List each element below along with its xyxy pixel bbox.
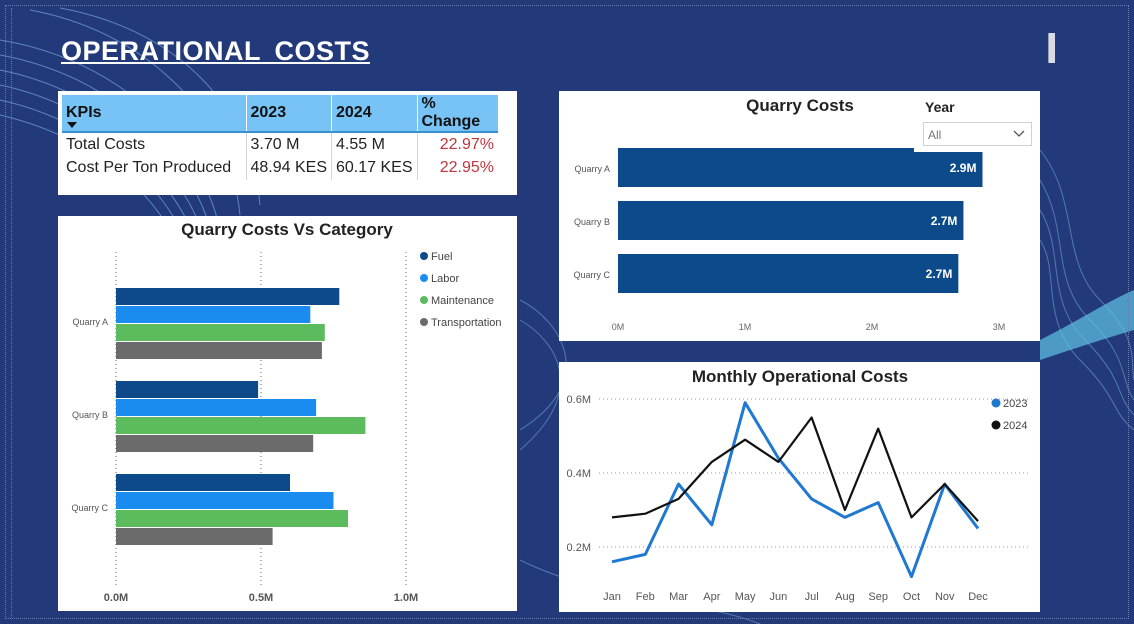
legend-label: Maintenance: [431, 295, 494, 307]
y-tick-label: Quarry C: [573, 270, 610, 280]
year-slicer: Year All: [914, 94, 1039, 152]
kpi-table-card: KPIs 2023 2024 % Change Total Costs 3.70…: [58, 91, 517, 195]
chart-title: Monthly Operational Costs: [692, 367, 908, 386]
x-tick-label: 0M: [612, 322, 625, 332]
kpi-header-2023[interactable]: 2023: [246, 95, 332, 133]
x-tick-label: 0.5M: [249, 592, 273, 604]
x-tick-label: Apr: [703, 591, 720, 603]
x-tick-label: Mar: [669, 591, 688, 603]
kpi-header-2024[interactable]: 2024: [331, 95, 418, 133]
legend-label: Transportation: [431, 317, 502, 329]
year-dropdown[interactable]: All: [923, 122, 1032, 146]
bar-maintenance-quarry-c: [116, 510, 348, 527]
legend-label: Labor: [431, 273, 459, 285]
bar-labor-quarry-b: [116, 399, 317, 416]
kpi-cell: Cost Per Ton Produced: [62, 156, 247, 180]
kpi-cell: 3.70 M: [246, 132, 332, 156]
x-tick-label: Feb: [636, 591, 655, 603]
year-dropdown-value: All: [928, 128, 942, 142]
y-tick-label: 0.4M: [567, 468, 591, 480]
x-tick-label: 1.0M: [394, 592, 418, 604]
bar-transportation-quarry-c: [116, 528, 273, 545]
x-tick-label: Dec: [968, 591, 988, 603]
kpi-table[interactable]: KPIs 2023 2024 % Change Total Costs 3.70…: [62, 95, 498, 180]
legend-marker: [420, 296, 428, 304]
bar-labor-quarry-c: [116, 492, 334, 509]
kpi-cell: 48.94 KES: [246, 156, 332, 180]
bar-fuel-quarry-a: [116, 288, 340, 305]
bar-quarry-b: [618, 201, 964, 240]
x-tick-label: 3M: [993, 322, 1006, 332]
y-tick-label: Quarry A: [574, 164, 610, 174]
x-tick-label: 2M: [866, 322, 879, 332]
legend-marker: [991, 398, 1001, 408]
kpi-header-label: KPIs: [66, 104, 102, 121]
chart-title: Quarry Costs Vs Category: [181, 220, 393, 239]
x-tick-label: Oct: [903, 591, 920, 603]
kpi-cell: 4.55 M: [331, 132, 418, 156]
y-tick-label: Quarry B: [574, 217, 610, 227]
bar-fuel-quarry-c: [116, 474, 290, 491]
bar-quarry-c: [618, 254, 959, 293]
legend-marker: [991, 420, 1001, 430]
x-tick-label: 1M: [739, 322, 752, 332]
bar-transportation-quarry-b: [116, 435, 314, 452]
monthly-operational-costs-card: Monthly Operational Costs 0.2M 0.4M 0.6M Jan…: [559, 362, 1040, 612]
kpi-row-total-costs: Total Costs 3.70 M 4.55 M 22.97%: [62, 132, 498, 156]
x-tick-label: Aug: [835, 591, 855, 603]
y-tick-label: Quarry A: [72, 317, 108, 327]
legend-marker: [420, 274, 428, 282]
x-tick-label: Jan: [603, 591, 621, 603]
y-tick-label: 0.6M: [567, 394, 591, 406]
bar-transportation-quarry-a: [116, 342, 322, 359]
legend-label: 2023: [1003, 398, 1027, 410]
report-frame-left-edge: [11, 8, 12, 618]
kpi-row-cost-per-ton: Cost Per Ton Produced 48.94 KES 60.17 KE…: [62, 156, 498, 180]
legend-label: 2024: [1003, 420, 1027, 432]
kpi-header-change[interactable]: % Change: [417, 95, 498, 133]
x-tick-label: Jun: [769, 591, 787, 603]
legend-label: Fuel: [431, 251, 452, 263]
kpi-header-row: KPIs 2023 2024 % Change: [62, 95, 498, 133]
year-slicer-label: Year: [925, 99, 955, 115]
chart-title: Quarry Costs: [746, 96, 854, 115]
x-tick-label: May: [735, 591, 756, 603]
x-tick-label: Nov: [935, 591, 955, 603]
x-tick-label: 0.0M: [104, 592, 128, 604]
legend-marker: [420, 252, 428, 260]
y-tick-label: Quarry C: [71, 503, 108, 513]
legend-marker: [420, 318, 428, 326]
sort-desc-icon[interactable]: [67, 122, 77, 128]
page-title: OPERATIONAL COSTS: [61, 36, 371, 66]
x-tick-label: Sep: [868, 591, 888, 603]
kpi-cell: Total Costs: [62, 132, 247, 156]
kpi-cell-change: 22.95%: [439, 159, 494, 176]
y-tick-label: 0.2M: [567, 542, 591, 554]
x-tick-label: Jul: [805, 591, 819, 603]
y-tick-label: Quarry B: [72, 410, 108, 420]
kpi-header-kpis[interactable]: KPIs: [62, 95, 247, 133]
quarry-costs-vs-category-chart[interactable]: Quarry Costs Vs Category 0.0M 0.5M 1.0M Quar…: [58, 216, 517, 611]
bar-fuel-quarry-b: [116, 381, 259, 398]
bar-labor-quarry-a: [116, 306, 311, 323]
bar-maintenance-quarry-b: [116, 417, 366, 434]
chevron-down-icon: [1013, 130, 1025, 137]
bar-quarry-a: [618, 148, 983, 187]
bar-maintenance-quarry-a: [116, 324, 325, 341]
kpi-cell-change: 22.97%: [439, 135, 494, 153]
data-label: 2.7M: [931, 214, 958, 228]
monthly-operational-costs-chart[interactable]: Monthly Operational Costs 0.2M 0.4M 0.6M Jan…: [559, 362, 1040, 612]
line-series-2023: [611, 401, 980, 579]
kpi-cell: 60.17 KES: [331, 156, 418, 180]
data-label: 2.9M: [950, 161, 977, 175]
data-label: 2.7M: [926, 267, 953, 281]
scroll-handle[interactable]: [1048, 33, 1055, 63]
quarry-costs-vs-category-card: Quarry Costs Vs Category 0.0M 0.5M 1.0M Quar…: [58, 216, 517, 611]
